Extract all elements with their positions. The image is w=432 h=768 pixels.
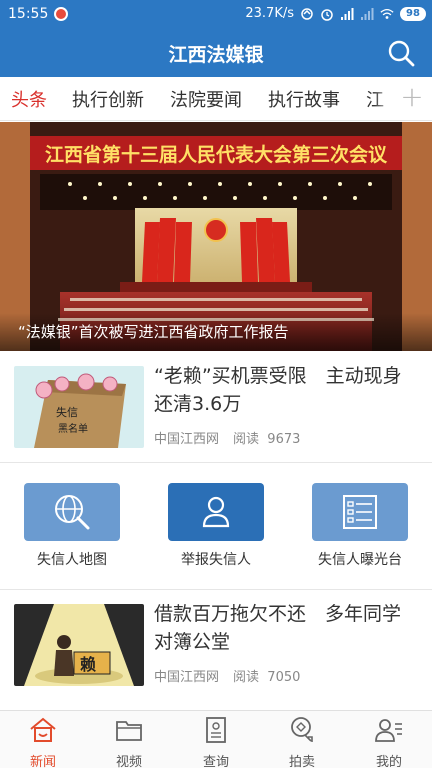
add-tab-icon[interactable]: +	[392, 77, 432, 120]
tab-headlines[interactable]: 头条	[11, 86, 47, 112]
app-header: 江西法媒银	[0, 30, 432, 77]
globe-search-icon	[24, 483, 120, 541]
category-tabs: 头条 执行创新 法院要闻 执行故事 江 +	[0, 77, 432, 121]
nav-video[interactable]: 视频	[94, 715, 164, 768]
profile-icon	[375, 719, 402, 742]
auction-icon	[291, 717, 313, 742]
banner-caption-overlay: “法媒银”首次被写进江西省政府工作报告	[0, 313, 432, 351]
battery-indicator: 98	[400, 6, 426, 21]
news-source: 中国江西网	[154, 670, 220, 685]
notification-app-icon	[54, 7, 69, 21]
tab-enforcement-innovation[interactable]: 执行创新	[72, 86, 144, 112]
headline-banner[interactable]: 江西省第十三届人民代表大会第三次会议 “法媒银”首次被写进江西省政府工作报告	[0, 122, 432, 351]
signal-icon	[341, 7, 354, 20]
signal-secondary-icon	[361, 7, 374, 20]
news-thumbnail: 赖	[14, 604, 144, 686]
nav-mine-label: 我的	[375, 755, 402, 768]
news-headline: “老赖”买机票受限 主动现身还清3.6万	[154, 365, 402, 415]
app-title: 江西法媒银	[168, 44, 264, 66]
dishonest-map-label: 失信人地图	[37, 552, 107, 568]
quick-actions: 失信人地图 举报失信人 失信人曝光台	[0, 463, 432, 589]
tabs-fade	[374, 77, 394, 120]
news-item[interactable]: 失信 黑名单 “老赖”买机票受限 主动现身还清3.6万 中国江西网 阅读 967…	[0, 352, 432, 462]
wifi-icon	[380, 8, 394, 19]
alarm-icon	[321, 8, 333, 21]
read-label: 阅读	[233, 670, 260, 685]
read-count: 9673	[267, 432, 301, 447]
sync-icon	[301, 7, 313, 20]
thumb-text-2: 黑名单	[58, 422, 88, 435]
news-source: 中国江西网	[154, 432, 220, 447]
status-bar: 15:55 23.7K/s 98	[0, 0, 432, 30]
thumb-text-3: 赖	[80, 655, 96, 674]
bottom-nav: 新闻 视频 查询 拍卖 我的	[0, 710, 432, 768]
hall-banner-text: 江西省第十三届人民代表大会第三次会议	[45, 143, 388, 166]
news-headline: 借款百万拖欠不还 多年同学对簿公堂	[154, 603, 402, 653]
news-reads: 阅读 7050	[233, 666, 300, 685]
news-meta: 中国江西网 阅读 9673	[154, 428, 300, 447]
top-bar: 15:55 23.7K/s 98 江西法媒银	[0, 0, 432, 77]
news-thumbnail: 失信 黑名单	[14, 366, 144, 448]
status-right: 23.7K/s 98	[245, 6, 426, 21]
nav-search[interactable]: 查询	[181, 715, 251, 768]
nav-auction-label: 拍卖	[288, 755, 315, 768]
home-icon	[30, 717, 56, 742]
read-count: 7050	[267, 670, 301, 685]
nav-search-label: 查询	[202, 755, 229, 768]
person-icon	[168, 483, 264, 541]
tab-enforcement-stories[interactable]: 执行故事	[268, 86, 340, 112]
search-icon[interactable]	[386, 38, 416, 68]
document-icon	[206, 717, 226, 743]
read-label: 阅读	[233, 432, 260, 447]
news-meta: 中国江西网 阅读 7050	[154, 666, 300, 685]
list-icon	[312, 483, 408, 541]
banner-caption: “法媒银”首次被写进江西省政府工作报告	[18, 323, 289, 341]
exposure-board-button[interactable]: 失信人曝光台	[311, 483, 409, 569]
nav-news-label: 新闻	[29, 755, 56, 768]
network-speed: 23.7K/s	[245, 6, 294, 21]
tab-court-news[interactable]: 法院要闻	[170, 86, 242, 112]
news-reads: 阅读 9673	[233, 428, 300, 447]
news-item[interactable]: 赖 借款百万拖欠不还 多年同学对簿公堂 中国江西网 阅读 7050	[0, 590, 432, 702]
report-dishonest-label: 举报失信人	[181, 552, 251, 568]
exposure-board-label: 失信人曝光台	[318, 552, 402, 568]
dishonest-map-button[interactable]: 失信人地图	[23, 483, 121, 569]
status-time: 15:55	[8, 6, 49, 22]
thumb-text-1: 失信	[56, 406, 78, 419]
nav-video-label: 视频	[115, 755, 142, 768]
nav-mine[interactable]: 我的	[354, 715, 424, 768]
folder-icon	[116, 721, 142, 741]
nav-news[interactable]: 新闻	[8, 715, 78, 768]
status-left: 15:55	[8, 6, 69, 22]
nav-auction[interactable]: 拍卖	[267, 715, 337, 768]
report-dishonest-button[interactable]: 举报失信人	[167, 483, 265, 569]
